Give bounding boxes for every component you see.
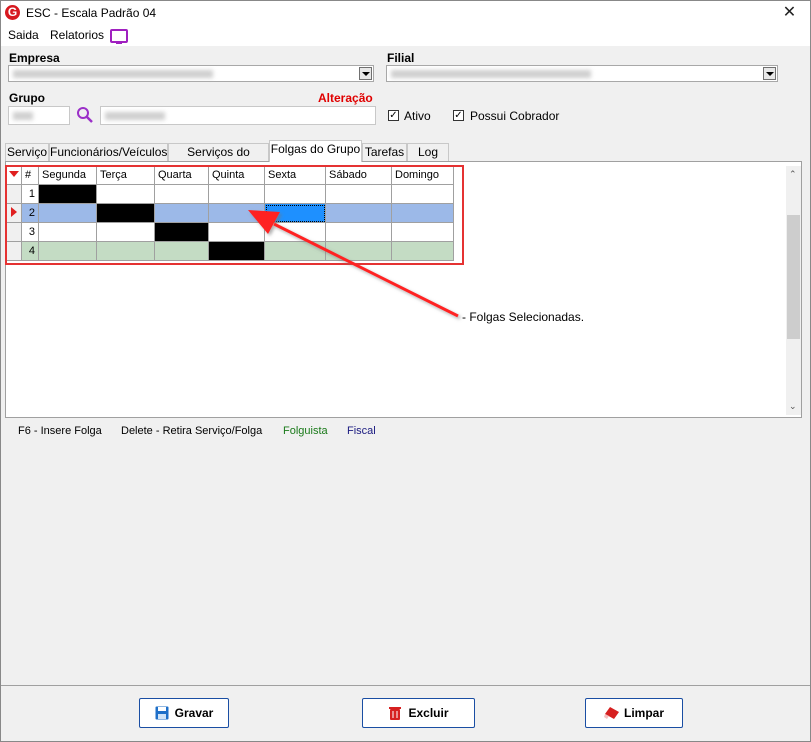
app-icon: G bbox=[5, 5, 20, 20]
folga-cell[interactable] bbox=[38, 184, 97, 204]
filial-label: Filial bbox=[387, 51, 415, 65]
tab-tarefas[interactable]: Tarefas bbox=[362, 143, 407, 161]
col-header-terca[interactable]: Terça bbox=[96, 165, 155, 185]
ativo-checkbox[interactable]: ✓ bbox=[388, 110, 399, 121]
grid-menu-icon[interactable] bbox=[5, 165, 22, 185]
window-title: ESC - Escala Padrão 04 bbox=[26, 6, 157, 20]
limpar-button[interactable]: Limpar bbox=[585, 698, 683, 728]
bottom-divider bbox=[0, 685, 811, 686]
filial-combo[interactable] bbox=[386, 65, 778, 82]
menu-saida[interactable]: Saida bbox=[8, 28, 39, 42]
row-number: 2 bbox=[21, 203, 39, 223]
row-indicator[interactable] bbox=[5, 241, 22, 261]
scroll-down-icon[interactable]: ⌄ bbox=[789, 401, 797, 412]
monitor-icon[interactable] bbox=[110, 29, 128, 44]
tab-servicos-do-grupo[interactable]: Serviços do Grupo bbox=[168, 143, 269, 176]
col-header-quarta[interactable]: Quarta bbox=[154, 165, 209, 185]
tab-folgas-do-grupo[interactable]: Folgas do Grupo bbox=[269, 140, 362, 162]
possui-cobrador-label: Possui Cobrador bbox=[470, 109, 560, 123]
ativo-label: Ativo bbox=[404, 109, 431, 123]
folga-cell[interactable] bbox=[154, 222, 209, 242]
grid-cell[interactable] bbox=[38, 203, 97, 223]
grid-cell[interactable] bbox=[38, 241, 97, 261]
grupo-label: Grupo bbox=[9, 91, 45, 105]
grupo-name-input[interactable] bbox=[100, 106, 376, 125]
empresa-combo[interactable] bbox=[8, 65, 374, 82]
trash-icon bbox=[388, 706, 402, 720]
grid-cell[interactable] bbox=[38, 222, 97, 242]
mode-label: Alteração bbox=[318, 91, 373, 105]
empresa-label: Empresa bbox=[9, 51, 60, 65]
annotation-text: - Folgas Selecionadas. bbox=[462, 310, 585, 324]
tab-funcionarios-veiculos[interactable]: Funcionários/Veículos bbox=[49, 143, 168, 161]
col-header-segunda[interactable]: Segunda bbox=[38, 165, 97, 185]
gravar-label: Gravar bbox=[174, 706, 214, 720]
row-indicator[interactable] bbox=[5, 222, 22, 242]
col-header-sexta[interactable]: Sexta bbox=[264, 165, 326, 185]
legend-delete: Delete - Retira Serviço/Folga bbox=[121, 425, 263, 437]
col-header-num[interactable]: # bbox=[21, 165, 39, 185]
grupo-code-input[interactable] bbox=[8, 106, 70, 125]
row-number: 1 bbox=[21, 184, 39, 204]
current-row-arrow-icon[interactable] bbox=[5, 203, 22, 223]
close-button[interactable]: ✕ bbox=[768, 0, 811, 26]
grid-header-row: # Segunda Terça Quarta Quinta Sexta Sába… bbox=[5, 165, 454, 185]
grid-cell[interactable] bbox=[154, 184, 209, 204]
tab-log[interactable]: Log bbox=[407, 143, 449, 161]
legend-fiscal: Fiscal bbox=[347, 425, 376, 437]
legend-folguista: Folguista bbox=[283, 425, 328, 437]
scrollbar-thumb[interactable] bbox=[787, 215, 800, 339]
eraser-icon bbox=[603, 706, 619, 720]
col-header-sabado[interactable]: Sábado bbox=[325, 165, 392, 185]
col-header-quinta[interactable]: Quinta bbox=[208, 165, 265, 185]
row-number: 4 bbox=[21, 241, 39, 261]
possui-cobrador-checkbox[interactable]: ✓ bbox=[453, 110, 464, 121]
folga-cell[interactable] bbox=[96, 203, 155, 223]
excluir-label: Excluir bbox=[408, 706, 449, 720]
grid-cell[interactable] bbox=[154, 241, 209, 261]
col-header-domingo[interactable]: Domingo bbox=[391, 165, 454, 185]
chevron-down-icon[interactable] bbox=[763, 67, 776, 80]
grid-cell[interactable] bbox=[154, 203, 209, 223]
scroll-up-icon[interactable]: ⌃ bbox=[789, 169, 797, 180]
annotation-arrow-icon bbox=[248, 210, 459, 318]
tab-servico[interactable]: Serviço bbox=[5, 143, 49, 161]
legend-insert: F6 - Insere Folga bbox=[18, 425, 102, 437]
magnifier-icon[interactable] bbox=[76, 106, 94, 124]
chevron-down-icon[interactable] bbox=[359, 67, 372, 80]
limpar-label: Limpar bbox=[623, 706, 664, 720]
row-indicator[interactable] bbox=[5, 184, 22, 204]
floppy-disk-icon bbox=[155, 706, 169, 720]
grid-cell[interactable] bbox=[96, 241, 155, 261]
grid-cell[interactable] bbox=[96, 222, 155, 242]
menu-relatorios[interactable]: Relatorios bbox=[50, 28, 104, 42]
gravar-button[interactable]: Gravar bbox=[139, 698, 229, 728]
grid-cell[interactable] bbox=[96, 184, 155, 204]
row-number: 3 bbox=[21, 222, 39, 242]
excluir-button[interactable]: Excluir bbox=[362, 698, 475, 728]
